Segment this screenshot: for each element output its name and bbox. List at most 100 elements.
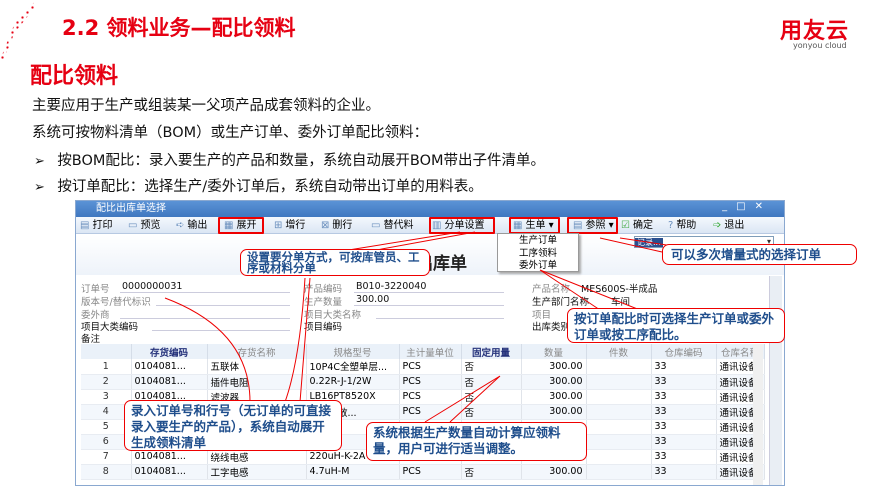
substitute-button[interactable]: ▭ 替代料 <box>371 217 413 234</box>
window-controls[interactable]: _□✕ <box>722 201 772 212</box>
table-cell[interactable]: 0104081... <box>131 464 208 480</box>
field-label: 产品名称 <box>532 284 571 295</box>
callout-split-settings: 设置要分单方式，可按库管员、工序或材料分单 <box>240 249 430 276</box>
table-cell[interactable]: 300.00 <box>521 404 587 420</box>
column-header[interactable] <box>81 344 132 359</box>
field-label: 订单号 <box>81 284 110 295</box>
table-cell[interactable]: PCS <box>399 404 462 420</box>
table-cell[interactable]: 五联体 <box>207 359 307 375</box>
menu-item-production-order[interactable]: 生产订单 <box>498 235 578 248</box>
confirm-button[interactable]: ☑ 确定 <box>621 217 653 234</box>
table-cell[interactable]: 0104081... <box>131 359 208 375</box>
quantity-input[interactable]: 300.00 <box>356 294 389 305</box>
table-cell[interactable]: 否 <box>461 374 522 390</box>
table-cell[interactable]: 10P4C全塑单层... <box>306 359 400 375</box>
product-name-input[interactable]: MES600S-半成品 <box>581 281 657 295</box>
table-cell[interactable]: 2 <box>81 374 132 390</box>
table-cell[interactable]: 绕线电感 <box>207 449 307 465</box>
highlight-box <box>567 217 618 234</box>
field-label: 生产部门名称 <box>532 297 590 308</box>
preview-button[interactable]: ▭ 预览 <box>128 217 160 234</box>
dept-input[interactable]: 车间 <box>611 294 630 308</box>
field-label: 项目编码 <box>304 322 343 333</box>
table-cell[interactable]: 0104081... <box>131 374 208 390</box>
table-cell[interactable]: 3 <box>81 389 132 405</box>
table-cell[interactable]: 33 <box>651 449 717 465</box>
logo-subtitle: yonyou cloud <box>793 41 847 50</box>
bullet-text: 按订单配比：选择生产/委外订单后，系统自动带出订单的用料表。 <box>57 179 483 195</box>
generate-dropdown-menu: 生产订单 工序领料 委外订单 <box>497 233 579 272</box>
paragraph: 系统可按物料清单（BOM）或生产订单、委外订单配比领料： <box>32 125 429 141</box>
column-header[interactable]: 规格型号 <box>306 344 400 359</box>
table-cell[interactable]: 0104081... <box>131 449 208 465</box>
table-scrollbar[interactable] <box>753 344 763 485</box>
exit-icon: ➩ <box>713 220 722 231</box>
table-cell[interactable]: 工字电感 <box>207 464 307 480</box>
table-cell[interactable]: 33 <box>651 464 717 480</box>
exit-button[interactable]: ➩ 退出 <box>713 217 744 234</box>
column-header[interactable]: 主计量单位 <box>399 344 462 359</box>
add-row-button[interactable]: ⊞ 增行 <box>274 217 305 234</box>
table-cell[interactable]: 否 <box>461 389 522 405</box>
table-cell[interactable]: 33 <box>651 419 717 435</box>
table-cell[interactable] <box>586 389 652 405</box>
table-cell[interactable]: 33 <box>651 404 717 420</box>
export-button[interactable]: ➪ 输出 <box>176 217 207 234</box>
field-label: 版本号/替代标识 <box>81 297 151 308</box>
bullet-text: 按BOM配比：录入要生产的产品和数量，系统自动展开BOM带出子件清单。 <box>57 153 546 169</box>
export-icon: ➪ <box>176 220 185 231</box>
column-header[interactable]: 件数 <box>586 344 652 359</box>
table-row[interactable]: 8 0104081... 工字电感 4.7uH-M PCS 否 300.00 33 通讯设备 <box>81 464 765 480</box>
arrow-bullet-icon: ➢ <box>34 180 45 195</box>
table-cell[interactable]: 否 <box>461 359 522 375</box>
menu-item-outsource-order[interactable]: 委外订单 <box>498 260 578 273</box>
table-cell[interactable] <box>586 374 652 390</box>
column-header[interactable]: 存货名称 <box>207 344 307 359</box>
table-cell[interactable]: 插件电阻 <box>207 374 307 390</box>
help-button[interactable]: ? 帮助 <box>668 217 696 234</box>
table-cell[interactable]: 33 <box>651 374 717 390</box>
column-header[interactable]: 仓库编码 <box>651 344 717 359</box>
table-cell[interactable]: 否 <box>461 464 522 480</box>
highlight-box <box>429 217 495 234</box>
table-cell[interactable]: PCS <box>399 464 462 480</box>
help-icon: ? <box>668 220 674 231</box>
table-cell[interactable]: 300.00 <box>521 464 587 480</box>
highlight-box <box>218 217 264 234</box>
highlight-box <box>509 217 560 234</box>
table-cell[interactable] <box>586 419 652 435</box>
column-header[interactable]: 固定用量 <box>461 344 522 359</box>
paragraph: 主要应用于生产或组装某一父项产品成套领料的企业。 <box>32 98 380 114</box>
delete-row-button[interactable]: ⊠ 删行 <box>321 217 352 234</box>
order-no-input[interactable]: 0000000031 <box>122 281 182 292</box>
table-cell[interactable]: 4.7uH-M <box>306 464 400 480</box>
table-cell[interactable] <box>586 404 652 420</box>
table-row[interactable]: 2 0104081... 插件电阻 0.22R-J-1/2W PCS 否 300.00 33 通… <box>81 374 765 390</box>
table-cell[interactable]: PCS <box>399 359 462 375</box>
arrow-bullet-icon: ➢ <box>34 154 45 169</box>
table-cell[interactable]: 否 <box>461 404 522 420</box>
callout-order-ratio: 按订单配比时可选择生产订单或委外订单或按工序配比。 <box>567 308 785 343</box>
table-row[interactable]: 1 0104081... 五联体 10P4C全塑单层... PCS 否 300.00 33 通讯… <box>81 359 765 375</box>
table-cell[interactable]: PCS <box>399 374 462 390</box>
table-cell[interactable]: 33 <box>651 389 717 405</box>
table-cell[interactable]: PCS <box>399 389 462 405</box>
table-cell[interactable]: 33 <box>651 359 717 375</box>
table-cell[interactable]: 300.00 <box>521 359 587 375</box>
table-cell[interactable] <box>586 434 652 450</box>
table-cell[interactable]: 300.00 <box>521 374 587 390</box>
table-cell[interactable]: 8 <box>81 464 132 480</box>
print-button[interactable]: ▤ 打印 <box>80 217 112 234</box>
table-cell[interactable]: 300.00 <box>521 389 587 405</box>
table-cell[interactable]: 0.22R-J-1/2W <box>306 374 400 390</box>
column-header[interactable]: 存货编码 <box>131 344 208 359</box>
table-cell[interactable] <box>586 359 652 375</box>
table-cell[interactable]: 7 <box>81 449 132 465</box>
menu-item-process-material[interactable]: 工序领料 <box>498 248 578 261</box>
table-cell[interactable]: 1 <box>81 359 132 375</box>
table-cell[interactable] <box>586 449 652 465</box>
column-header[interactable]: 数量 <box>521 344 587 359</box>
table-cell[interactable] <box>586 464 652 480</box>
table-cell[interactable]: 33 <box>651 434 717 450</box>
product-code-input[interactable]: B010-3220040 <box>356 281 426 292</box>
